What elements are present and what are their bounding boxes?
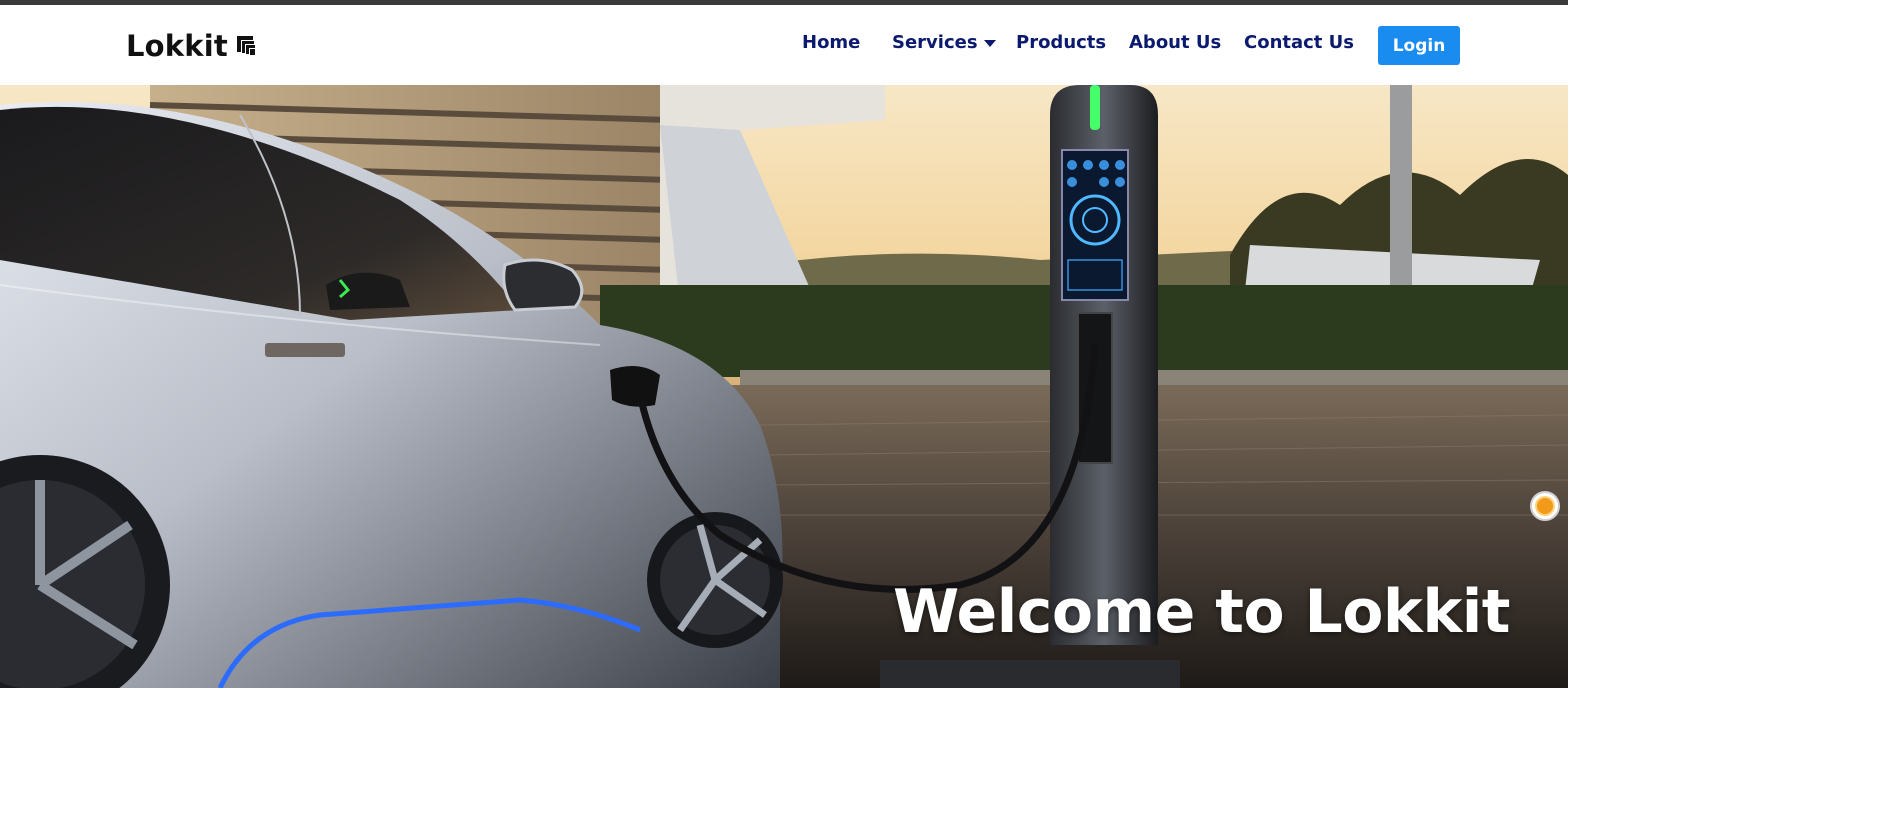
sun-icon	[1537, 498, 1553, 514]
hero-section: Welcome to Lokkit	[0, 85, 1568, 688]
nav-products[interactable]: Products	[1016, 32, 1106, 54]
login-button[interactable]: Login	[1378, 26, 1460, 65]
nav-contact-us[interactable]: Contact Us	[1244, 32, 1354, 54]
nav-services-label: Services	[892, 32, 978, 53]
main-nav: Home Services Products About Us Contact …	[0, 32, 1568, 62]
navbar: Lokkit Home Services Products About Us C…	[0, 5, 1568, 85]
hero-title: Welcome to Lokkit	[893, 577, 1511, 647]
nav-home[interactable]: Home	[802, 32, 860, 54]
nav-about-us[interactable]: About Us	[1129, 32, 1221, 54]
theme-toggle[interactable]	[1530, 491, 1560, 521]
caret-down-icon	[983, 39, 996, 47]
nav-services[interactable]: Services	[892, 32, 996, 54]
